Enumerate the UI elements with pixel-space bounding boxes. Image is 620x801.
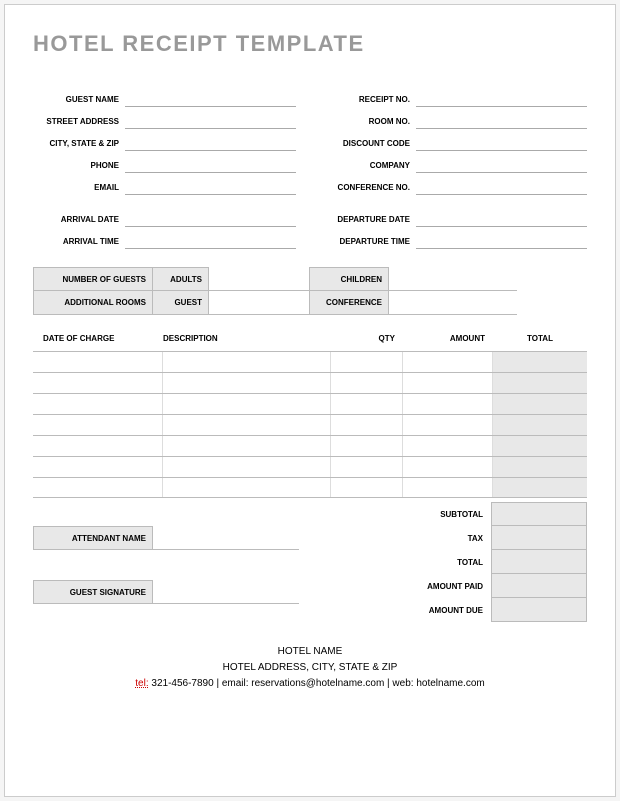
amount-paid-label: AMOUNT PAID <box>391 582 491 591</box>
guest-count-table: NUMBER OF GUESTS ADULTS CHILDREN ADDITIO… <box>33 267 517 315</box>
charge-row[interactable] <box>33 414 587 435</box>
attendant-name-label: ATTENDANT NAME <box>33 526 153 550</box>
discount-code-label: DISCOUNT CODE <box>324 139 416 151</box>
receipt-no-label: RECEIPT NO. <box>324 95 416 107</box>
charges-header-row: DATE OF CHARGE DESCRIPTION QTY AMOUNT TO… <box>33 325 587 351</box>
phone-input[interactable] <box>125 151 296 173</box>
children-input[interactable] <box>389 267 517 290</box>
charge-row[interactable] <box>33 393 587 414</box>
email-label: EMAIL <box>33 183 125 195</box>
amount-paid-value[interactable] <box>491 574 587 598</box>
footer-contact: tel: 321-456-7890 | email: reservations@… <box>33 676 587 692</box>
footer-tel-prefix: tel: <box>135 678 148 689</box>
charge-row[interactable] <box>33 435 587 456</box>
guest-name-input[interactable] <box>125 85 296 107</box>
adults-input[interactable] <box>209 267 309 290</box>
hotel-receipt-page: HOTEL RECEIPT TEMPLATE GUEST NAME STREET… <box>4 4 616 797</box>
departure-time-input[interactable] <box>416 227 587 249</box>
footer-email: reservations@hotelname.com <box>251 678 384 689</box>
discount-code-input[interactable] <box>416 129 587 151</box>
charge-row[interactable] <box>33 351 587 372</box>
charge-row[interactable] <box>33 372 587 393</box>
guest-rooms-input[interactable] <box>209 291 309 314</box>
attendant-name-input[interactable] <box>153 526 299 550</box>
guest-signature-input[interactable] <box>153 580 299 604</box>
tax-value[interactable] <box>491 526 587 550</box>
guest-signature-label: GUEST SIGNATURE <box>33 580 153 604</box>
children-label: CHILDREN <box>309 267 389 290</box>
email-input[interactable] <box>125 173 296 195</box>
charge-row[interactable] <box>33 456 587 477</box>
guest-receipt-section: GUEST NAME STREET ADDRESS CITY, STATE & … <box>33 85 587 249</box>
guest-column: GUEST NAME STREET ADDRESS CITY, STATE & … <box>33 85 296 249</box>
company-label: COMPANY <box>324 161 416 173</box>
additional-rooms-label: ADDITIONAL ROOMS <box>33 291 153 314</box>
city-state-zip-input[interactable] <box>125 129 296 151</box>
conference-rooms-label: CONFERENCE <box>309 291 389 314</box>
receipt-no-input[interactable] <box>416 85 587 107</box>
conference-no-input[interactable] <box>416 173 587 195</box>
total-value[interactable] <box>491 550 587 574</box>
departure-time-label: DEPARTURE TIME <box>324 237 416 249</box>
footer: HOTEL NAME HOTEL ADDRESS, CITY, STATE & … <box>33 644 587 692</box>
footer-sep2: | web: <box>384 678 416 689</box>
guest-name-label: GUEST NAME <box>33 95 125 107</box>
street-address-label: STREET ADDRESS <box>33 117 125 129</box>
amount-header: AMOUNT <box>403 334 493 343</box>
guest-rooms-label: GUEST <box>153 291 209 314</box>
conference-no-label: CONFERENCE NO. <box>324 183 416 195</box>
amount-due-value[interactable] <box>491 598 587 622</box>
tax-label: TAX <box>391 534 491 543</box>
amount-due-label: AMOUNT DUE <box>391 606 491 615</box>
footer-hotel-name: HOTEL NAME <box>33 644 587 660</box>
receipt-column: RECEIPT NO. ROOM NO. DISCOUNT CODE COMPA… <box>324 85 587 249</box>
arrival-date-input[interactable] <box>125 205 296 227</box>
page-title: HOTEL RECEIPT TEMPLATE <box>33 31 587 57</box>
street-address-input[interactable] <box>125 107 296 129</box>
phone-label: PHONE <box>33 161 125 173</box>
arrival-time-input[interactable] <box>125 227 296 249</box>
description-header: DESCRIPTION <box>163 334 331 343</box>
total-header: TOTAL <box>493 334 587 343</box>
number-of-guests-label: NUMBER OF GUESTS <box>33 267 153 290</box>
arrival-time-label: ARRIVAL TIME <box>33 237 125 249</box>
subtotal-label: SUBTOTAL <box>391 510 491 519</box>
footer-tel: 321-456-7890 <box>149 678 214 689</box>
city-state-zip-label: CITY, STATE & ZIP <box>33 139 125 151</box>
footer-address: HOTEL ADDRESS, CITY, STATE & ZIP <box>33 660 587 676</box>
charges-table: DATE OF CHARGE DESCRIPTION QTY AMOUNT TO… <box>33 325 587 498</box>
qty-header: QTY <box>331 334 403 343</box>
departure-date-label: DEPARTURE DATE <box>324 215 416 227</box>
total-label: TOTAL <box>391 558 491 567</box>
summary-section: SUBTOTAL TAX TOTAL AMOUNT PAID AMOUNT DU… <box>33 502 587 622</box>
footer-web: hotelname.com <box>416 678 484 689</box>
charge-row[interactable] <box>33 477 587 498</box>
room-no-input[interactable] <box>416 107 587 129</box>
company-input[interactable] <box>416 151 587 173</box>
arrival-date-label: ARRIVAL DATE <box>33 215 125 227</box>
conference-rooms-input[interactable] <box>389 291 517 314</box>
date-of-charge-header: DATE OF CHARGE <box>33 334 163 343</box>
adults-label: ADULTS <box>153 267 209 290</box>
footer-sep1: | email: <box>214 678 252 689</box>
room-no-label: ROOM NO. <box>324 117 416 129</box>
departure-date-input[interactable] <box>416 205 587 227</box>
subtotal-value[interactable] <box>491 502 587 526</box>
